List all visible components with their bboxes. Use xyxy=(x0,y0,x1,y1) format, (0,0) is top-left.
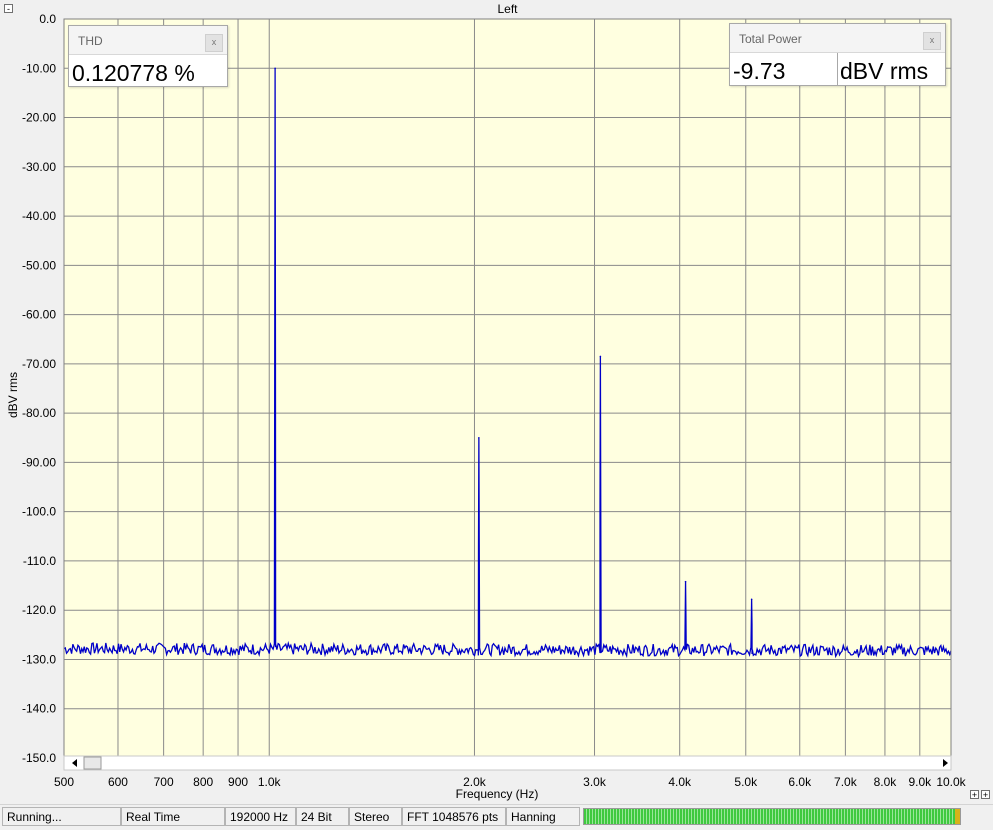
y-tick-label: -130.0 xyxy=(22,652,56,666)
zoom-in-button[interactable]: + xyxy=(970,790,979,800)
y-tick-label: -50.00 xyxy=(22,258,56,272)
thd-title: THD xyxy=(78,34,103,48)
y-tick-label: -20.00 xyxy=(22,111,56,125)
x-tick-label: 6.0k xyxy=(788,775,812,789)
zoom-out-button[interactable]: + xyxy=(981,790,990,800)
x-tick-label: 900 xyxy=(228,775,248,789)
thd-widget: THD x 0.120778 % xyxy=(68,25,228,87)
x-tick-label: 9.0k xyxy=(908,775,932,789)
y-tick-label: -150.0 xyxy=(22,751,56,765)
x-tick-label: 5.0k xyxy=(734,775,758,789)
y-tick-label: -140.0 xyxy=(22,702,56,716)
status-bar: Running... Real Time 192000 Hz 24 Bit St… xyxy=(0,804,993,830)
level-meter-peak xyxy=(955,809,960,824)
x-tick-label: 500 xyxy=(54,775,74,789)
thd-close-icon[interactable]: x xyxy=(205,34,223,52)
thd-value: 0.120778 % xyxy=(72,60,195,86)
status-fft: FFT 1048576 pts xyxy=(402,807,506,826)
collapse-button[interactable]: - xyxy=(4,4,13,14)
harmonic-peak xyxy=(684,580,687,583)
x-tick-label: 700 xyxy=(154,775,174,789)
level-meter xyxy=(583,808,961,825)
horizontal-scrollbar[interactable] xyxy=(63,755,952,771)
status-channels: Stereo xyxy=(349,807,402,826)
y-tick-label: -120.0 xyxy=(22,603,56,617)
plot-area[interactable] xyxy=(64,19,951,758)
x-tick-label: 800 xyxy=(193,775,213,789)
y-tick-label: 0.0 xyxy=(39,12,56,26)
status-bit-depth: 24 Bit xyxy=(296,807,349,826)
spectrum-chart: 500 600 700 800 900 1.0k 2.0k 3.0k 4.0k 5.0k 6.0k 7… xyxy=(0,0,993,804)
y-tick-label: -60.00 xyxy=(22,308,56,322)
y-tick-label: -40.00 xyxy=(22,209,56,223)
status-mode: Real Time xyxy=(121,807,225,826)
x-tick-label: 3.0k xyxy=(583,775,607,789)
harmonic-peak xyxy=(599,355,602,358)
harmonic-peak xyxy=(478,436,480,439)
x-tick-label: 8.0k xyxy=(874,775,898,789)
x-tick-label: 600 xyxy=(108,775,128,789)
status-window: Hanning xyxy=(506,807,580,826)
x-tick-label: 10.0k xyxy=(936,775,966,789)
x-tick-label: 4.0k xyxy=(668,775,692,789)
scrollbar-track[interactable] xyxy=(63,755,952,771)
total-power-widget: Total Power x -9.73 dBV rms xyxy=(729,23,946,86)
total-power-close-icon[interactable]: x xyxy=(923,32,941,50)
x-tick-label: 7.0k xyxy=(834,775,858,789)
y-tick-label: -80.00 xyxy=(22,406,56,420)
y-tick-label: -10.00 xyxy=(22,61,56,75)
y-tick-label: -100.0 xyxy=(22,505,56,519)
x-tick-label: 1.0k xyxy=(258,775,282,789)
y-tick-label: -30.00 xyxy=(22,160,56,174)
y-tick-label: -70.00 xyxy=(22,357,56,371)
harmonic-peak xyxy=(274,67,276,70)
total-power-value: -9.73 xyxy=(733,58,786,84)
y-axis-label: dBV rms xyxy=(6,372,20,418)
total-power-separator xyxy=(837,53,838,85)
thd-widget-header: THD x xyxy=(69,26,227,55)
harmonic-peak xyxy=(750,598,753,601)
status-running: Running... xyxy=(2,807,121,826)
total-power-header: Total Power x xyxy=(730,24,945,53)
total-power-unit: dBV rms xyxy=(840,58,929,84)
scrollbar-thumb[interactable] xyxy=(83,756,102,770)
y-tick-label: -110.0 xyxy=(23,554,56,568)
total-power-title: Total Power xyxy=(739,32,802,46)
x-axis-label: Frequency (Hz) xyxy=(456,787,539,801)
status-sample-rate: 192000 Hz xyxy=(225,807,296,826)
chart-title: Left xyxy=(497,2,518,16)
y-tick-label: -90.00 xyxy=(22,455,56,469)
